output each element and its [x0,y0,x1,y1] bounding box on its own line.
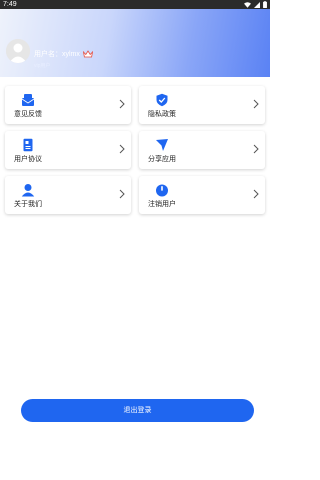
menu-item-feedback[interactable]: 意见反馈 [5,86,131,124]
menu-item-agreement[interactable]: 用户协议 [5,131,131,169]
menu-item-label: 隐私政策 [148,111,176,118]
battery-icon [263,1,267,8]
user-avatar-icon [6,39,30,63]
menu-item-label: 用户协议 [14,156,42,163]
username-row: 用户名：xylmx [34,49,93,59]
avatar[interactable] [6,39,30,63]
status-bar: 7:49 [0,0,270,9]
menu-item-label: 注销用户 [148,201,176,208]
document-icon [23,138,33,152]
logout-button[interactable]: 退出登录 [21,399,254,422]
chevron-right-icon [253,99,259,109]
chevron-right-icon [253,144,259,154]
chevron-right-icon [119,99,125,109]
status-icons [244,1,267,8]
send-icon [156,139,168,151]
status-time: 7:49 [3,1,17,8]
mail-icon [21,94,35,106]
menu-item-label: 关于我们 [14,201,42,208]
menu-item-share[interactable]: 分享应用 [139,131,265,169]
wifi-icon [244,1,251,8]
menu-item-label: 意见反馈 [14,111,42,118]
menu-item-deregister[interactable]: 注销用户 [139,176,265,214]
chevron-right-icon [253,189,259,199]
profile-header: 用户名：xylmx vip用户 [0,9,270,77]
chevron-right-icon [119,189,125,199]
chevron-right-icon [119,144,125,154]
menu-item-privacy[interactable]: 隐私政策 [139,86,265,124]
shield-check-icon [156,93,168,107]
username: 用户名：xylmx [34,51,80,58]
crown-icon [82,50,93,58]
user-icon [21,184,35,197]
menu-item-about[interactable]: 关于我们 [5,176,131,214]
signal-icon [254,1,260,8]
user-level: vip用户 [34,63,51,69]
power-icon [156,184,168,197]
menu-item-label: 分享应用 [148,156,176,163]
